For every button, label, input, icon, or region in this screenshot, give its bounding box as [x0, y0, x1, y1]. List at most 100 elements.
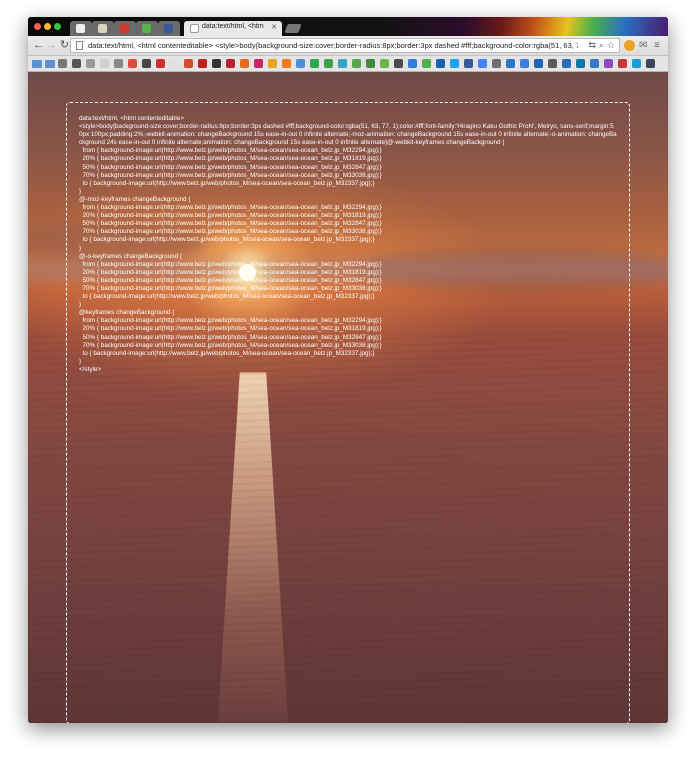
url-text[interactable]: data:text/html, <html contenteditable> <… [88, 41, 578, 50]
bookmark-item[interactable] [562, 59, 571, 68]
bookmark-item[interactable] [548, 59, 557, 68]
bookmark-item[interactable] [170, 59, 179, 68]
bookmark-item[interactable] [436, 59, 445, 68]
close-tab-icon[interactable]: ✕ [271, 23, 277, 31]
bookmark-item[interactable] [492, 59, 501, 68]
bookmark-item[interactable] [506, 59, 515, 68]
code-line: 70% { background-image:url(http://www.be… [79, 228, 382, 236]
code-line: data:text/html, <html contenteditable> [79, 115, 185, 122]
bookmark-item[interactable] [380, 59, 389, 68]
address-bar[interactable]: data:text/html, <html contenteditable> <… [70, 38, 620, 53]
bookmark-item[interactable] [464, 59, 473, 68]
new-tab-button[interactable] [284, 24, 302, 33]
bookmark-item[interactable] [296, 59, 305, 68]
minimize-window-button[interactable] [44, 23, 51, 30]
hamburger-menu-icon[interactable]: ≡ [654, 39, 660, 52]
page-icon [76, 41, 83, 50]
code-line: <style>body{background-size:cover;border… [79, 123, 617, 147]
tab-strip: data:text/html, <html con ✕ [28, 17, 668, 36]
bookmark-item[interactable] [212, 59, 221, 68]
bookmark-item[interactable] [100, 59, 109, 68]
code-line: @-moz-keyframes changeBackground { [79, 195, 191, 203]
bookmark-item[interactable] [366, 59, 375, 68]
bookmark-item[interactable] [72, 59, 81, 68]
bookmark-item[interactable] [590, 59, 599, 68]
bookmark-item[interactable] [576, 59, 585, 68]
bookmark-item[interactable] [534, 59, 543, 68]
bookmark-item[interactable] [142, 59, 151, 68]
bookmark-folder-icon[interactable] [45, 60, 55, 68]
bookmark-item[interactable] [520, 59, 529, 68]
tab-title: data:text/html, <html con [202, 23, 264, 30]
tab-3[interactable] [114, 21, 136, 36]
bookmark-item[interactable] [268, 59, 277, 68]
editable-code-area[interactable]: data:text/html, <html contenteditable> <s… [66, 102, 630, 723]
close-window-button[interactable] [34, 23, 41, 30]
code-line: 70% { background-image:url(http://www.be… [79, 341, 382, 349]
page-favicon-icon [142, 24, 151, 33]
forward-arrow-icon[interactable]: → [45, 39, 58, 52]
bookmark-item[interactable] [156, 59, 165, 68]
code-line: 50% { background-image:url(http://www.be… [79, 163, 382, 171]
bookmark-item[interactable] [450, 59, 459, 68]
bookmark-item[interactable] [254, 59, 263, 68]
bookmark-item[interactable] [394, 59, 403, 68]
search-icon[interactable]: ⌕ [599, 40, 604, 50]
bookmark-item[interactable] [128, 59, 137, 68]
tab-2[interactable] [92, 21, 114, 36]
code-line: 70% { background-image:url(http://www.be… [79, 284, 382, 292]
bookmark-item[interactable] [198, 59, 207, 68]
bookmark-item[interactable] [282, 59, 291, 68]
browser-toolbar: ← → ↻ data:text/html, <html contentedita… [28, 36, 668, 56]
tab-active[interactable]: data:text/html, <html con ✕ [184, 21, 282, 36]
browser-window: data:text/html, <html con ✕ ← → ↻ data:t… [28, 17, 668, 723]
tab-1[interactable] [70, 21, 92, 36]
bookmark-item[interactable] [114, 59, 123, 68]
tab-4[interactable] [136, 21, 158, 36]
code-line: from { background-image:url(http://www.b… [79, 317, 382, 325]
code-line: 50% { background-image:url(http://www.be… [79, 276, 382, 284]
bookmark-item[interactable] [618, 59, 627, 68]
code-line: } [79, 244, 82, 252]
facebook-icon [164, 24, 173, 33]
page-favicon-icon [120, 24, 129, 33]
bookmark-item[interactable] [58, 59, 67, 68]
back-arrow-icon[interactable]: ← [32, 39, 45, 52]
code-line: 20% { background-image:url(http://www.be… [79, 155, 382, 163]
translate-icon[interactable]: ⇆ [588, 40, 596, 50]
code-line: from { background-image:url(http://www.b… [79, 260, 382, 268]
code-line: } [79, 187, 82, 195]
code-line: @keyframes changeBackground { [79, 309, 175, 317]
bookmark-item[interactable] [324, 59, 333, 68]
bookmark-star-icon[interactable]: ☆ [607, 40, 615, 50]
page-favicon-icon [98, 24, 107, 33]
bookmark-item[interactable] [632, 59, 641, 68]
bookmark-item[interactable] [86, 59, 95, 68]
code-line: from { background-image:url(http://www.b… [79, 147, 382, 155]
tab-5[interactable] [158, 21, 180, 36]
bookmark-item[interactable] [338, 59, 347, 68]
code-line: } [79, 301, 82, 309]
bookmark-item[interactable] [240, 59, 249, 68]
bookmark-item[interactable] [478, 59, 487, 68]
bookmark-item[interactable] [310, 59, 319, 68]
page-icon [190, 24, 199, 33]
bookmark-item[interactable] [408, 59, 417, 68]
maximize-window-button[interactable] [54, 23, 61, 30]
code-line: @-o-keyframes changeBackground { [79, 252, 182, 260]
bookmark-item[interactable] [226, 59, 235, 68]
extension-icon[interactable] [624, 40, 635, 51]
code-line: to { background-image:url(http://www.bel… [79, 236, 375, 244]
code-line: 20% { background-image:url(http://www.be… [79, 212, 382, 220]
mail-icon[interactable]: ✉ [639, 39, 647, 52]
bookmark-item[interactable] [184, 59, 193, 68]
bookmarks-bar [28, 56, 668, 72]
bookmark-item[interactable] [646, 59, 655, 68]
bookmark-item[interactable] [422, 59, 431, 68]
code-line: 50% { background-image:url(http://www.be… [79, 333, 382, 341]
code-line: to { background-image:url(http://www.bel… [79, 179, 375, 187]
bookmark-folder-icon[interactable] [32, 60, 42, 68]
code-line: to { background-image:url(http://www.bel… [79, 293, 375, 301]
bookmark-item[interactable] [604, 59, 613, 68]
bookmark-item[interactable] [352, 59, 361, 68]
